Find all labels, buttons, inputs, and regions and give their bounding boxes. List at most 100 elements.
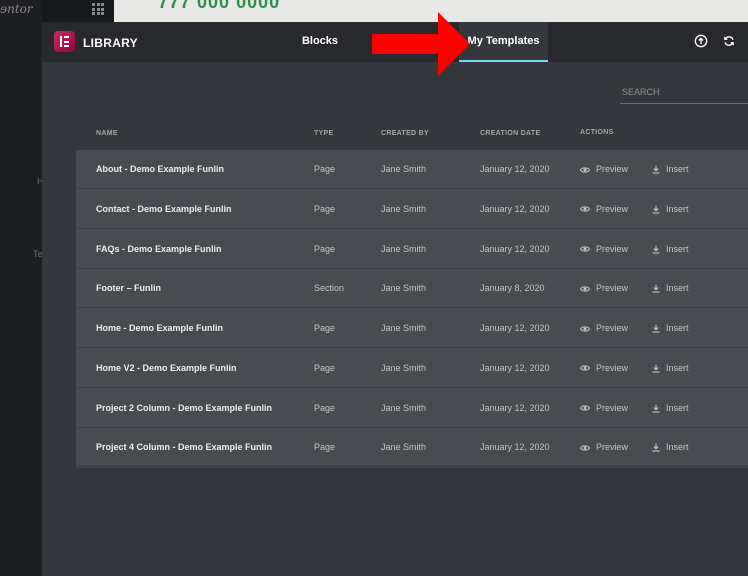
template-name: Project 4 Column - Demo Example Funlin bbox=[96, 442, 273, 453]
preview-button[interactable]: Preview bbox=[580, 389, 628, 428]
insert-label: Insert bbox=[666, 442, 689, 453]
insert-button[interactable]: Insert bbox=[652, 150, 689, 189]
insert-button[interactable]: Insert bbox=[652, 309, 689, 348]
eye-icon bbox=[580, 442, 596, 452]
search-input[interactable] bbox=[620, 81, 748, 104]
preview-label: Preview bbox=[596, 362, 629, 373]
table-row: Contact - Demo Example Funlin Page Jane Sm… bbox=[76, 190, 748, 229]
template-author: Jane Smith bbox=[381, 402, 427, 413]
template-author: Jane Smith bbox=[381, 203, 427, 214]
template-name: Footer – Funlin bbox=[96, 283, 161, 294]
template-date: January 12, 2020 bbox=[480, 243, 550, 254]
column-header-name[interactable]: NAME bbox=[96, 130, 118, 137]
column-header-created-by[interactable]: CREATED BY bbox=[381, 130, 429, 137]
preview-button[interactable]: Preview bbox=[580, 190, 628, 229]
insert-button[interactable]: Insert bbox=[652, 428, 689, 467]
template-type: Page bbox=[314, 402, 336, 413]
preview-button[interactable]: Preview bbox=[580, 230, 628, 269]
template-date: January 12, 2020 bbox=[480, 402, 550, 413]
sync-icon[interactable] bbox=[722, 34, 736, 48]
table-row: About - Demo Example Funlin Page Jane Smit… bbox=[76, 150, 748, 189]
template-type: Page bbox=[314, 362, 336, 373]
editor-sidebar bbox=[0, 0, 42, 576]
template-author: Jane Smith bbox=[381, 442, 427, 453]
template-type: Section bbox=[314, 283, 345, 294]
template-author: Jane Smith bbox=[381, 283, 427, 294]
template-name: Home V2 - Demo Example Funlin bbox=[96, 362, 237, 373]
template-type: Page bbox=[314, 323, 336, 333]
download-icon bbox=[652, 363, 666, 373]
insert-button[interactable]: Insert bbox=[652, 349, 689, 388]
table-row: Home - Demo Example Funlin Page Jane Smith… bbox=[76, 309, 748, 348]
template-date: January 12, 2020 bbox=[480, 323, 550, 333]
download-icon bbox=[652, 244, 666, 254]
annotation-arrow-icon bbox=[372, 12, 470, 76]
preview-button[interactable]: Preview bbox=[580, 269, 628, 308]
insert-label: Insert bbox=[666, 243, 689, 254]
template-name: Contact - Demo Example Funlin bbox=[96, 203, 232, 214]
preview-button[interactable]: Preview bbox=[580, 349, 628, 388]
elementor-logo-icon bbox=[54, 31, 75, 52]
eye-icon bbox=[580, 403, 596, 413]
template-date: January 12, 2020 bbox=[480, 203, 550, 214]
download-icon bbox=[652, 442, 666, 452]
insert-label: Insert bbox=[666, 362, 689, 373]
template-name: FAQs - Demo Example Funlin bbox=[96, 243, 222, 254]
preview-label: Preview bbox=[596, 164, 629, 174]
template-type: Page bbox=[314, 243, 336, 254]
insert-button[interactable]: Insert bbox=[652, 269, 689, 308]
template-date: January 12, 2020 bbox=[480, 442, 550, 453]
library-title: LIBRARY bbox=[83, 36, 138, 50]
template-author: Jane Smith bbox=[381, 323, 427, 333]
preview-label: Preview bbox=[596, 243, 629, 254]
template-type: Page bbox=[314, 442, 336, 453]
insert-button[interactable]: Insert bbox=[652, 190, 689, 229]
template-type: Page bbox=[314, 164, 336, 174]
download-icon bbox=[652, 403, 666, 413]
preview-label: Preview bbox=[596, 283, 629, 294]
eye-icon bbox=[580, 363, 596, 373]
template-library-modal: LIBRARY Blocks My Templates NAME TYPE CR… bbox=[42, 22, 748, 576]
template-date: January 12, 2020 bbox=[480, 164, 550, 174]
insert-label: Insert bbox=[666, 283, 689, 294]
table-row: Home V2 - Demo Example Funlin Page Jane Sm… bbox=[76, 349, 748, 388]
insert-label: Insert bbox=[666, 164, 689, 174]
apps-grid-icon[interactable] bbox=[92, 3, 104, 15]
editor-logo: ɘntor bbox=[0, 2, 33, 16]
template-name: About - Demo Example Funlin bbox=[96, 164, 225, 174]
eye-icon bbox=[580, 204, 596, 214]
table-row: FAQs - Demo Example Funlin Page Jane Smith… bbox=[76, 230, 748, 269]
upload-icon[interactable] bbox=[694, 34, 708, 48]
eye-icon bbox=[580, 244, 596, 254]
insert-button[interactable]: Insert bbox=[652, 230, 689, 269]
template-date: January 12, 2020 bbox=[480, 362, 550, 373]
download-icon bbox=[652, 204, 666, 214]
download-icon bbox=[652, 283, 666, 293]
template-author: Jane Smith bbox=[381, 362, 427, 373]
column-header-type[interactable]: TYPE bbox=[314, 130, 333, 137]
preview-button[interactable]: Preview bbox=[580, 309, 628, 348]
insert-label: Insert bbox=[666, 323, 689, 333]
template-name: Home - Demo Example Funlin bbox=[96, 323, 224, 333]
insert-label: Insert bbox=[666, 203, 689, 214]
eye-icon bbox=[580, 283, 596, 293]
table-row: Project 4 Column - Demo Example Funlin Pa… bbox=[76, 428, 748, 468]
preview-label: Preview bbox=[596, 203, 629, 214]
column-header-creation-date[interactable]: CREATION DATE bbox=[480, 130, 540, 137]
preview-button[interactable]: Preview bbox=[580, 150, 628, 189]
tab-blocks[interactable]: Blocks bbox=[292, 22, 348, 62]
canvas-phone-text: 777 000 0000 bbox=[158, 0, 281, 12]
preview-button[interactable]: Preview bbox=[580, 428, 628, 467]
template-name: Project 2 Column - Demo Example Funlin bbox=[96, 402, 273, 413]
template-date: January 8, 2020 bbox=[480, 283, 545, 294]
table-row: Footer – Funlin Section Jane Smith January … bbox=[76, 269, 748, 309]
template-author: Jane Smith bbox=[381, 243, 427, 254]
preview-label: Preview bbox=[596, 442, 629, 453]
eye-icon bbox=[580, 323, 596, 333]
template-author: Jane Smith bbox=[381, 164, 427, 174]
insert-button[interactable]: Insert bbox=[652, 389, 689, 428]
download-icon bbox=[652, 164, 666, 174]
template-type: Page bbox=[314, 203, 336, 214]
column-header-actions: ACTIONS bbox=[580, 129, 614, 136]
table-row: Project 2 Column - Demo Example Funlin Pa… bbox=[76, 389, 748, 428]
